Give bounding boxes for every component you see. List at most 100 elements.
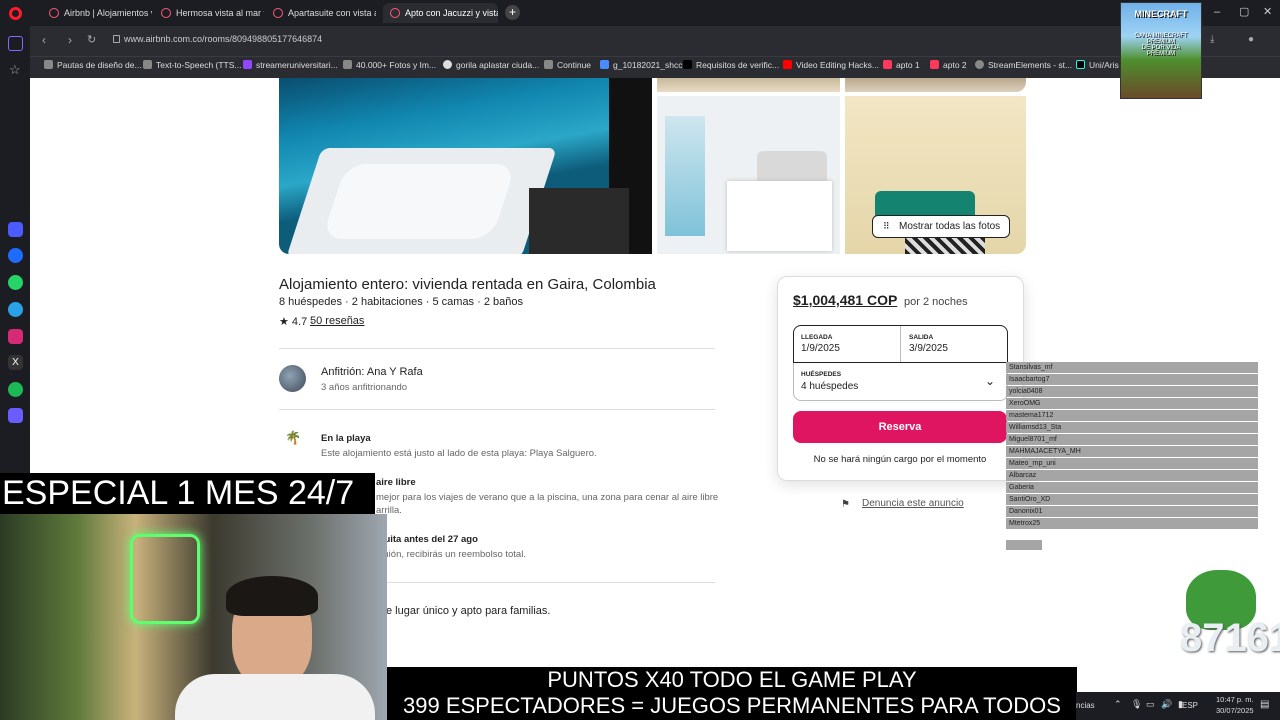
tab-apartasuite[interactable]: Apartasuite con vista al m	[266, 3, 376, 23]
bookmark-item[interactable]: Pautas de diseño de...	[44, 60, 142, 70]
host-avatar[interactable]	[279, 365, 306, 392]
bookmark-item[interactable]: gorila aplastar ciuda...	[443, 60, 539, 70]
bookmark-item[interactable]: StreamElements - st...	[975, 60, 1072, 70]
whatsapp-icon[interactable]	[8, 275, 23, 290]
lock-icon	[113, 35, 120, 43]
checkout-value[interactable]: 3/9/2025	[909, 343, 948, 354]
bookmark-item[interactable]: Text-to-Speech (TTS...	[143, 60, 242, 70]
tab-label: Apartasuite con vista al m	[288, 8, 376, 18]
reviews-link[interactable]: 50 reseñas	[310, 315, 364, 327]
chat-input-stub	[1006, 540, 1042, 550]
divider	[279, 348, 715, 349]
url-input[interactable]: www.airbnb.com.co/rooms/8094988051776468…	[124, 34, 322, 44]
network-icon[interactable]: ▭	[1146, 699, 1155, 710]
google-icon	[443, 60, 452, 69]
show-all-photos-button[interactable]: ⠿ Mostrar todas las fotos	[872, 215, 1010, 238]
neon-light	[130, 534, 200, 624]
webcam-feed	[0, 514, 387, 720]
price[interactable]: $1,004,481 COP	[793, 292, 897, 308]
x-twitter-icon	[683, 60, 692, 69]
telegram-icon[interactable]	[8, 302, 23, 317]
notifications-icon[interactable]: ▤	[1260, 699, 1269, 710]
chat-entry: yolcia0408	[1006, 386, 1258, 397]
new-tab-button[interactable]: +	[505, 5, 520, 20]
chat-entry: MAHMAJACETYA_MH	[1006, 446, 1258, 457]
clock-time[interactable]: 10:47 p. m.	[1216, 695, 1254, 704]
bookmark-item[interactable]: Video Editing Hacks...	[783, 60, 879, 70]
bookmark-item[interactable]: apto 1	[883, 60, 920, 70]
host-title: Anfitrión: Ana Y Rafa	[321, 366, 423, 378]
points-banner-line-1: PUNTOS X40 TODO EL GAME PLAY	[547, 667, 917, 692]
deck-floor	[529, 188, 629, 254]
tab-label: Hermosa vista al mar fren	[176, 8, 264, 18]
player-icon[interactable]	[8, 408, 23, 423]
stream-chat-overlay: Stansilvas_mf Isaacbartog7 yolcia0408 Xe…	[1006, 362, 1258, 550]
downloads-icon[interactable]: ⤓	[1210, 34, 1214, 45]
clock-date[interactable]: 30/07/2025	[1216, 706, 1254, 715]
tab-bar: Airbnb | Alojamientos vac Hermosa vista …	[0, 0, 1280, 26]
star-icon[interactable]: ☆	[9, 62, 21, 78]
close-window-button[interactable]: ✕	[1263, 5, 1272, 18]
bed	[727, 181, 832, 251]
volume-icon[interactable]: 🔊	[1161, 699, 1172, 710]
cancellation-description: pinión, recibirás un reembolso total.	[376, 549, 526, 560]
bookmark-label: StreamElements - st...	[988, 60, 1073, 70]
photo-top-middle[interactable]	[657, 78, 840, 92]
microphone-icon[interactable]: 🎙	[1131, 699, 1142, 710]
bookmark-label: Continue	[557, 60, 592, 70]
bookmark-item[interactable]: g_10182021_shcc	[600, 60, 682, 70]
spotify-icon[interactable]	[8, 382, 23, 397]
bookmark-label: 40.000+ Fotos y Im...	[356, 60, 437, 70]
tiktok-icon	[1076, 60, 1085, 69]
airbnb-icon	[390, 8, 400, 18]
bookmark-label: gorila aplastar ciuda...	[456, 60, 540, 70]
tray-chevron-icon[interactable]: ⌃	[1114, 699, 1122, 710]
bookmark-item[interactable]: Uni/Aris	[1076, 60, 1119, 70]
bookmark-label: streameruniversitari...	[256, 60, 338, 70]
streamelements-icon	[975, 60, 984, 69]
messenger-icon[interactable]	[8, 248, 23, 263]
grid-icon: ⠿	[883, 221, 890, 231]
tab-label: Apto con Jacuzzi y vista a	[405, 8, 498, 18]
bookmark-item[interactable]: 40.000+ Fotos y Im...	[343, 60, 436, 70]
checkout-label: SALIDA	[909, 334, 934, 341]
tab-airbnb-home[interactable]: Airbnb | Alojamientos vac	[42, 3, 152, 23]
airbnb-icon	[883, 60, 892, 69]
bookmark-item[interactable]: streameruniversitari...	[243, 60, 338, 70]
language-indicator[interactable]: ESP	[1182, 701, 1198, 710]
reserve-button[interactable]: Reserva	[793, 411, 1007, 443]
home-icon[interactable]	[8, 36, 23, 51]
listing-title: Alojamiento entero: vivienda rentada en …	[279, 276, 656, 293]
instagram-icon[interactable]	[8, 329, 23, 344]
photo-jacuzzi[interactable]	[279, 78, 652, 254]
chevron-down-icon: ⌄	[985, 374, 996, 388]
checkin-value[interactable]: 1/9/2025	[801, 343, 840, 354]
bookmark-icon	[544, 60, 553, 69]
report-listing-link[interactable]: Denuncia este anuncio	[862, 498, 964, 509]
bookmark-item[interactable]: apto 2	[930, 60, 967, 70]
bookmark-item[interactable]: Requisitos de verific...	[683, 60, 779, 70]
divider	[376, 582, 715, 583]
chat-entry: Mtetrox25	[1006, 518, 1258, 529]
airbnb-icon	[49, 8, 59, 18]
reload-button[interactable]: ↻	[87, 33, 96, 46]
profile-icon[interactable]: ●	[1248, 34, 1254, 45]
tab-hermosa-vista[interactable]: Hermosa vista al mar fren	[154, 3, 264, 23]
listing-details: 8 huéspedes · 2 habitaciones · 5 camas ·…	[279, 296, 523, 308]
forward-button[interactable]: ›	[68, 33, 72, 47]
chat-entry: SantiOro_XD	[1006, 494, 1258, 505]
opera-logo-icon[interactable]	[9, 7, 22, 20]
tab-apto-jacuzzi[interactable]: Apto con Jacuzzi y vista a	[383, 3, 498, 23]
maximize-button[interactable]: ▢	[1239, 5, 1249, 18]
x-twitter-icon[interactable]: X	[8, 355, 23, 370]
back-button[interactable]: ‹	[42, 33, 46, 47]
guests-label: HUÉSPEDES	[801, 371, 842, 378]
minimize-button[interactable]: –	[1214, 6, 1220, 18]
photo-top-right[interactable]	[845, 78, 1026, 92]
photo-bedroom[interactable]	[657, 96, 840, 254]
aria-icon[interactable]	[8, 222, 23, 237]
streamer-shirt	[175, 674, 375, 720]
bookmark-item[interactable]: Continue	[544, 60, 591, 70]
special-banner: ESPECIAL 1 MES 24/7	[0, 473, 375, 514]
guests-value: 4 huéspedes	[801, 381, 859, 392]
